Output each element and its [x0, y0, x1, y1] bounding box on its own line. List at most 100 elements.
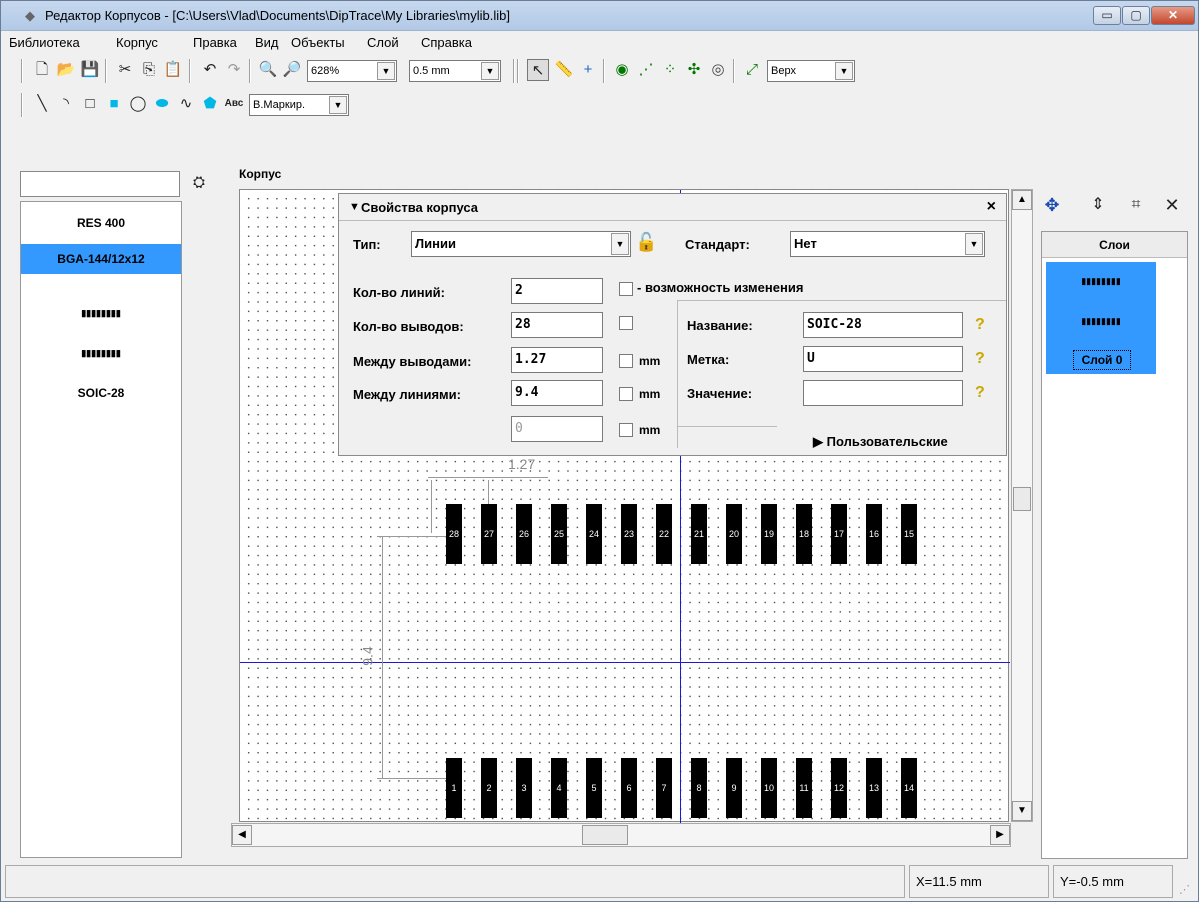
pad[interactable]: 10 — [761, 758, 777, 818]
list-item[interactable]: ▮▮▮▮▮▮▮▮ — [21, 298, 181, 328]
pad[interactable]: 27 — [481, 504, 497, 564]
pad[interactable]: 8 — [691, 758, 707, 818]
updown-icon[interactable]: ⇕ — [1087, 194, 1109, 216]
pins-checkbox[interactable] — [619, 316, 633, 330]
pitch-input[interactable]: 1.27 — [511, 347, 603, 373]
lines-distance-input[interactable]: 9.4 — [511, 380, 603, 406]
filled-ellipse-icon[interactable]: ⬬ — [151, 93, 173, 115]
cut-icon[interactable]: ✂ — [114, 59, 136, 81]
ref-input[interactable]: U — [803, 346, 963, 372]
editable-checkbox[interactable] — [619, 282, 633, 296]
scroll-thumb[interactable] — [1013, 487, 1031, 511]
collapse-icon[interactable]: ▼ — [349, 201, 360, 213]
help-icon[interactable]: ? — [975, 316, 991, 334]
pad[interactable]: 17 — [831, 504, 847, 564]
binoculars-icon[interactable]: ⛭ — [188, 172, 210, 194]
origin-icon[interactable]: + — [577, 59, 599, 81]
ellipse-icon[interactable]: ◯ — [127, 93, 149, 115]
pad[interactable]: 6 — [621, 758, 637, 818]
copy-icon[interactable]: ⎘ — [138, 59, 160, 81]
pad[interactable]: 16 — [866, 504, 882, 564]
extra-mm-checkbox[interactable] — [619, 423, 633, 437]
pad-icon[interactable]: ◉ — [611, 59, 633, 81]
pad[interactable]: 25 — [551, 504, 567, 564]
delete-icon[interactable]: ✕ — [1161, 194, 1183, 216]
close-button[interactable]: ✕ — [1151, 6, 1195, 25]
menu-edit[interactable]: Правка — [193, 35, 237, 50]
pad[interactable]: 21 — [691, 504, 707, 564]
polyline-icon[interactable]: ∿ — [175, 93, 197, 115]
pad[interactable]: 7 — [656, 758, 672, 818]
grid-select[interactable]: 0.5 mm ▼ — [409, 60, 501, 82]
save-icon[interactable]: 💾 — [79, 59, 101, 81]
menu-objects[interactable]: Объекты — [291, 35, 345, 50]
list-item[interactable]: RES 400 — [21, 208, 181, 238]
text-icon[interactable]: Авс — [223, 93, 245, 115]
standard-select[interactable]: Нет ▼ — [790, 231, 985, 257]
pad[interactable]: 11 — [796, 758, 812, 818]
pad-circle-icon[interactable]: ✣ — [683, 59, 705, 81]
rectangle-icon[interactable]: □ — [79, 93, 101, 115]
custom-toggle[interactable]: ▶ Пользовательские — [813, 434, 948, 450]
open-icon[interactable]: 📂 — [55, 59, 77, 81]
new-icon[interactable]: 🗋 — [31, 59, 53, 81]
pad[interactable]: 2 — [481, 758, 497, 818]
pad[interactable]: 3 — [516, 758, 532, 818]
pad[interactable]: 12 — [831, 758, 847, 818]
layer-marking-select[interactable]: В.Маркир. ▼ — [249, 94, 349, 116]
horizontal-scrollbar[interactable]: ◀ ▶ — [231, 823, 1011, 847]
extra-input[interactable]: 0 — [511, 416, 603, 442]
pad-line-icon[interactable]: ⋰ — [635, 59, 657, 81]
layer-settings-icon[interactable]: ⌗ — [1125, 194, 1147, 216]
search-input[interactable] — [20, 171, 180, 197]
pad[interactable]: 4 — [551, 758, 567, 818]
lines-mm-checkbox[interactable] — [619, 387, 633, 401]
pad[interactable]: 1 — [446, 758, 462, 818]
maximize-button[interactable]: ▢ — [1122, 6, 1150, 25]
pad[interactable]: 9 — [726, 758, 742, 818]
pad[interactable]: 24 — [586, 504, 602, 564]
menu-library[interactable]: Библиотека — [9, 35, 80, 50]
resize-grip-icon[interactable]: ⋰ — [1179, 883, 1190, 896]
measure-icon[interactable]: 📏 — [553, 59, 575, 81]
filled-rectangle-icon[interactable]: ■ — [103, 93, 125, 115]
pad[interactable]: 28 — [446, 504, 462, 564]
lines-count-input[interactable]: 2 — [511, 278, 603, 304]
side-select[interactable]: Верх ▼ — [767, 60, 855, 82]
name-input[interactable]: SOIC-28 — [803, 312, 963, 338]
hole-icon[interactable]: ◎ — [707, 59, 729, 81]
scroll-down-icon[interactable]: ▼ — [1012, 801, 1032, 821]
scroll-right-icon[interactable]: ▶ — [990, 825, 1010, 845]
value-input[interactable] — [803, 380, 963, 406]
pad[interactable]: 14 — [901, 758, 917, 818]
pitch-mm-checkbox[interactable] — [619, 354, 633, 368]
help-icon[interactable]: ? — [975, 350, 991, 368]
pad[interactable]: 20 — [726, 504, 742, 564]
menu-layer[interactable]: Слой — [367, 35, 399, 50]
pad[interactable]: 22 — [656, 504, 672, 564]
vertical-scrollbar[interactable]: ▲ ▼ — [1011, 189, 1033, 822]
menu-help[interactable]: Справка — [421, 35, 472, 50]
help-icon[interactable]: ? — [975, 384, 991, 402]
scroll-up-icon[interactable]: ▲ — [1012, 190, 1032, 210]
pad[interactable]: 23 — [621, 504, 637, 564]
pins-count-input[interactable]: 28 — [511, 312, 603, 338]
line-icon[interactable]: ╲ — [31, 93, 53, 115]
pad[interactable]: 18 — [796, 504, 812, 564]
arc-icon[interactable]: ◝ — [55, 93, 77, 115]
scroll-thumb[interactable] — [582, 825, 628, 845]
menu-view[interactable]: Вид — [255, 35, 279, 50]
type-select[interactable]: Линии ▼ — [411, 231, 631, 257]
list-item[interactable]: ▮▮▮▮▮▮▮▮ — [21, 338, 181, 368]
undo-icon[interactable]: ↶ — [199, 59, 221, 81]
pad[interactable]: 15 — [901, 504, 917, 564]
pad[interactable]: 13 — [866, 758, 882, 818]
pointer-icon[interactable]: ↖ — [527, 59, 549, 81]
list-item[interactable]: SOIC-28 — [21, 378, 181, 408]
minimize-button[interactable]: ▭ — [1093, 6, 1121, 25]
zoom-select[interactable]: 628% ▼ — [307, 60, 397, 82]
scroll-left-icon[interactable]: ◀ — [232, 825, 252, 845]
layer-item-selected[interactable]: ▮▮▮▮▮▮▮▮ ▮▮▮▮▮▮▮▮ Слой 0 — [1046, 262, 1156, 374]
polygon-icon[interactable]: ⬟ — [199, 93, 221, 115]
dimension-icon[interactable]: ⤢ — [741, 59, 763, 81]
